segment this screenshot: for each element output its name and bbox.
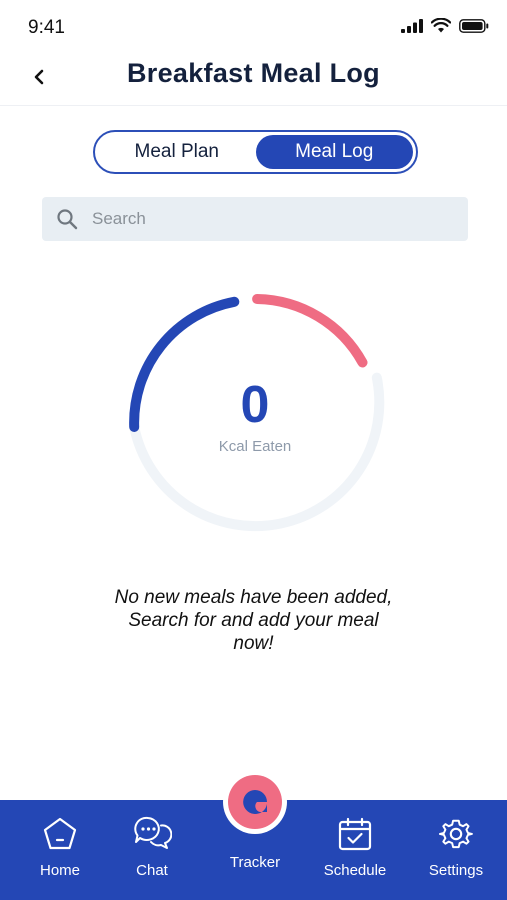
meal-view-toggle: Meal Plan Meal Log [93, 130, 418, 174]
calorie-label: Kcal Eaten [218, 438, 292, 455]
search-icon [57, 209, 78, 230]
battery-icon [459, 18, 489, 33]
calendar-check-icon [338, 817, 372, 851]
gauge-secondary-arc [252, 294, 368, 368]
header: Breakfast Meal Log [0, 54, 507, 106]
calorie-gauge: 0 Kcal Eaten [120, 290, 390, 550]
tab-schedule[interactable]: Schedule [318, 800, 392, 900]
empty-state-line: Search for and add your meal [128, 610, 379, 631]
calorie-value: 0 [240, 376, 270, 434]
tab-chat-label: Chat [136, 862, 168, 879]
empty-state-message: No new meals have been added, Search for… [60, 586, 447, 655]
tab-meal-plan[interactable]: Meal Plan [98, 135, 256, 169]
empty-state-line: No new meals have been added, [114, 587, 393, 608]
signal-icon [401, 18, 423, 33]
tab-tracker-label: Tracker [229, 854, 281, 871]
tracker-button[interactable] [223, 770, 287, 834]
tab-settings-label: Settings [428, 862, 484, 879]
home-icon [43, 817, 77, 850]
tab-home[interactable]: Home [30, 800, 90, 900]
gear-icon [439, 819, 473, 849]
tab-settings[interactable]: Settings [422, 800, 490, 900]
status-time: 9:41 [28, 17, 65, 38]
tab-chat[interactable]: Chat [122, 800, 182, 900]
tab-schedule-label: Schedule [323, 862, 387, 879]
search-input[interactable] [92, 209, 432, 229]
chat-icon [134, 816, 172, 849]
status-icons [401, 18, 489, 33]
tab-home-label: Home [39, 862, 80, 879]
wifi-icon [431, 18, 451, 33]
search-bar [42, 197, 468, 241]
status-bar: 9:41 [0, 0, 507, 54]
page-title: Breakfast Meal Log [127, 58, 380, 88]
tab-meal-log[interactable]: Meal Log [255, 135, 413, 169]
tracker-button-inner [228, 775, 282, 829]
tracker-icon [243, 790, 267, 814]
empty-state-line: now! [233, 633, 274, 654]
